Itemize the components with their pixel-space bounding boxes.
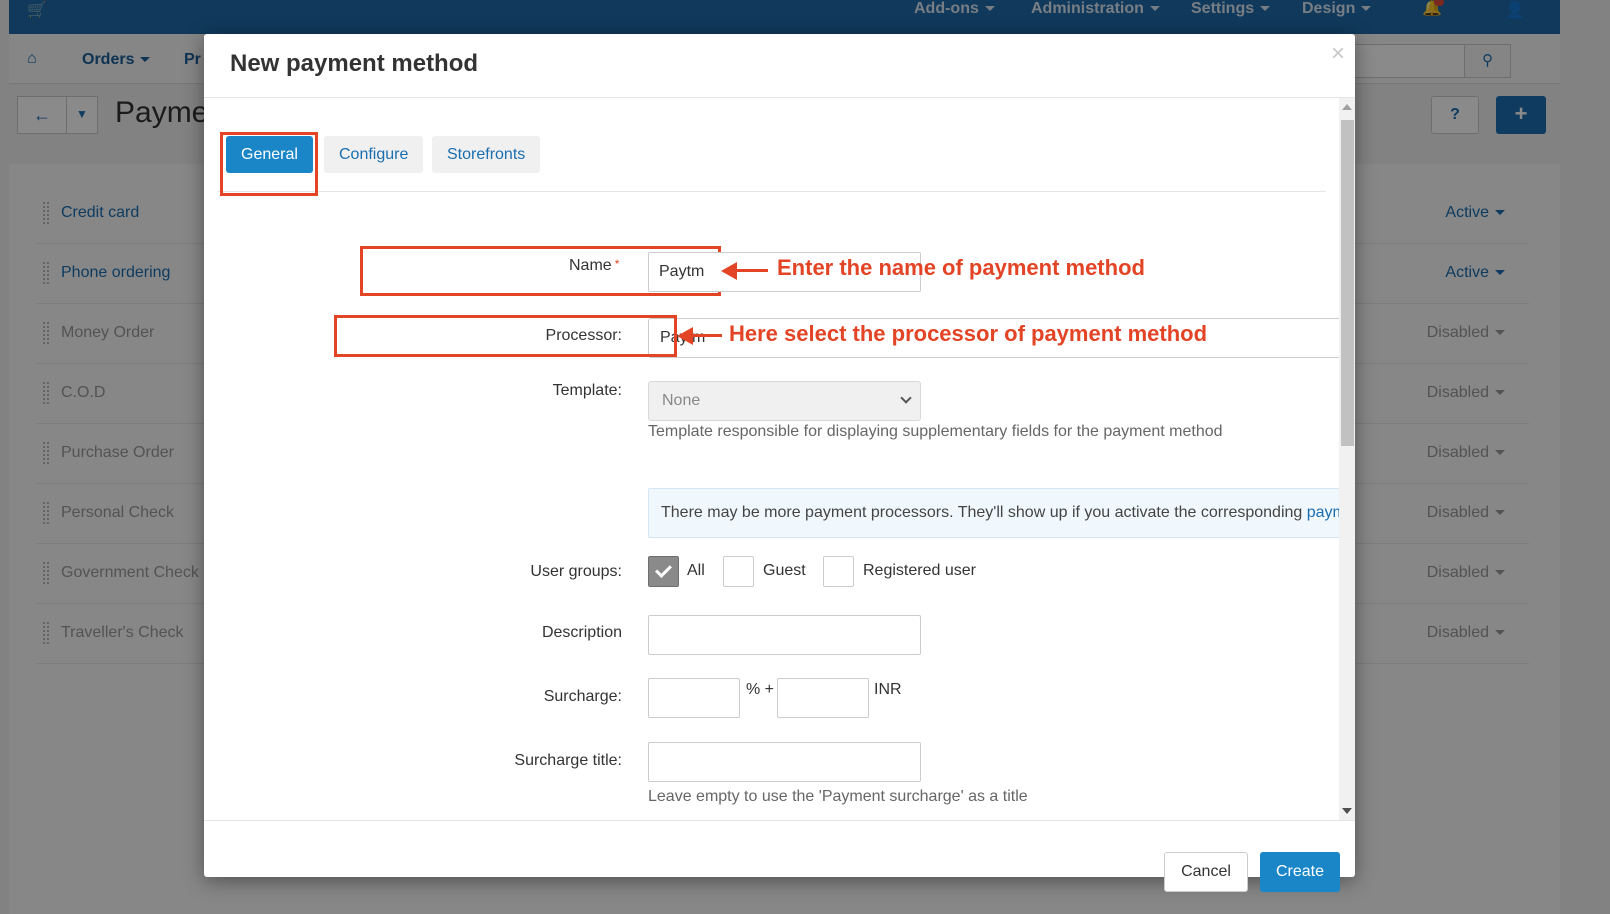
modal-scrollbar[interactable] (1339, 98, 1355, 820)
checkbox-guest[interactable] (723, 556, 754, 587)
modal-title: New payment method (230, 50, 479, 77)
checkbox-registered-user[interactable] (823, 556, 854, 587)
annotation-name-note: Enter the name of payment method (777, 255, 1145, 280)
surcharge-title-label: Surcharge title: (514, 752, 622, 769)
checkbox-label: All (687, 562, 705, 579)
surcharge-amount-field[interactable] (777, 678, 869, 718)
scroll-down-icon[interactable] (1342, 808, 1352, 814)
processor-label: Processor: (545, 327, 622, 344)
required-mark: * (614, 257, 620, 271)
template-value: None (662, 392, 701, 409)
close-icon[interactable]: × (1331, 40, 1345, 68)
cancel-button[interactable]: Cancel (1164, 852, 1248, 892)
surcharge-percent-field[interactable] (648, 678, 740, 718)
name-label-text: Name (569, 257, 612, 274)
checkbox-label: Guest (763, 562, 806, 579)
checkbox-all[interactable] (648, 556, 679, 587)
modal-body: General Configure Storefronts Name * Payt… (204, 98, 1355, 820)
annotation-processor-note: Here select the processor of payment met… (729, 321, 1208, 346)
create-button[interactable]: Create (1260, 852, 1340, 892)
surcharge-title-field[interactable] (648, 742, 921, 782)
new-payment-method-dialog: New payment method × General Configure S… (204, 34, 1355, 892)
scrollbar-thumb[interactable] (1341, 120, 1354, 446)
chevron-down-icon (900, 392, 912, 404)
info-box: There may be more payment processors. Th… (648, 488, 1355, 538)
surcharge-title-hint: Leave empty to use the 'Payment surcharg… (648, 788, 1028, 805)
modal-footer: Cancel Create (204, 820, 1355, 892)
surcharge-label: Surcharge: (543, 688, 622, 705)
check-icon (655, 561, 672, 578)
template-select[interactable]: None (648, 381, 921, 421)
tab-configure[interactable]: Configure (324, 136, 424, 173)
checkbox-label: Registered user (863, 562, 976, 579)
user-groups-label: User groups: (530, 563, 622, 580)
percent-plus-label: % + (746, 681, 775, 698)
annotation-arrow-line (690, 334, 722, 337)
name-label: Name * (524, 257, 628, 275)
modal-header: New payment method × (204, 34, 1355, 98)
scroll-up-icon[interactable] (1342, 104, 1352, 110)
currency-label: INR (874, 681, 902, 698)
template-hint: Template responsible for displaying supp… (648, 423, 1223, 440)
info-text: There may be more payment processors. Th… (661, 504, 1307, 521)
tab-general[interactable]: General (226, 136, 313, 173)
description-field[interactable] (648, 615, 921, 655)
annotation-arrow-line (734, 269, 768, 272)
tab-storefronts[interactable]: Storefronts (432, 136, 541, 173)
description-label: Description (541, 624, 622, 641)
template-label: Template: (552, 382, 622, 399)
tab-bar: General Configure Storefronts (218, 132, 1326, 196)
